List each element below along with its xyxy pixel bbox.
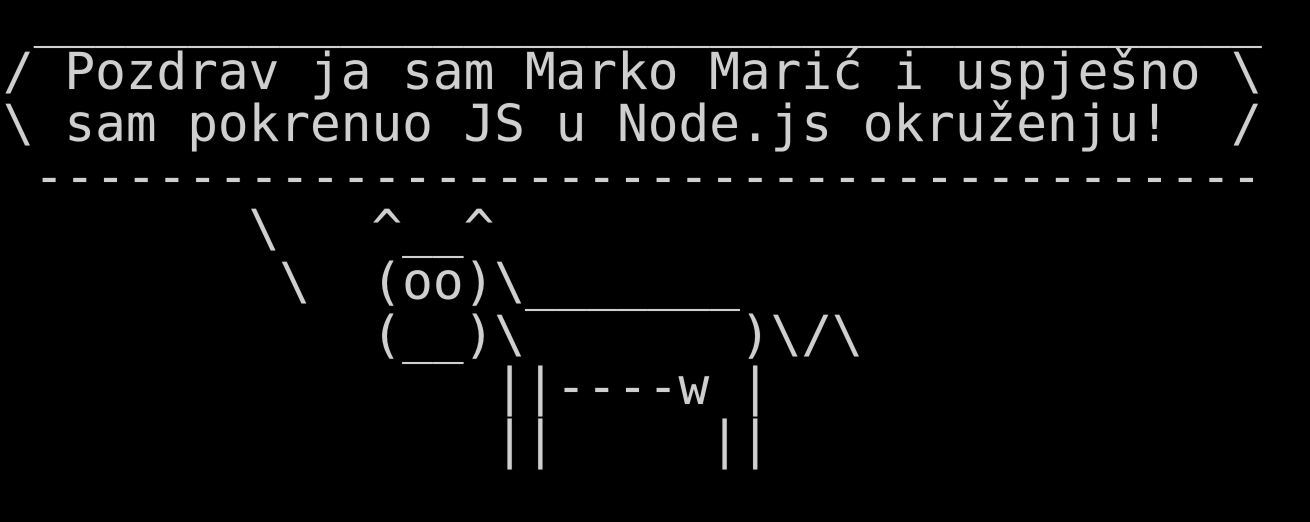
speech-bubble-line-2: \ sam pokrenuo JS u Node.js okruženju! / — [3, 95, 1262, 155]
terminal-window: ________________________________________… — [0, 0, 1310, 522]
speech-bubble-bottom-border: ---------------------------------------- — [3, 147, 1262, 207]
cow-mouth-line: (__)\ )\/\ — [3, 305, 863, 365]
cow-body-line: ||----w | — [3, 358, 771, 418]
speech-bubble-line-1: / Pozdrav ja sam Marko Marić i uspješno … — [3, 42, 1262, 102]
cow-ears-line: \ ^__^ — [3, 200, 495, 260]
cow-legs-line: || || — [3, 410, 771, 470]
speech-bubble-top-border: ________________________________________ — [3, 0, 1262, 49]
cow-eyes-line: \ (oo)\_______ — [3, 252, 740, 312]
terminal-output: ________________________________________… — [3, 0, 1262, 467]
